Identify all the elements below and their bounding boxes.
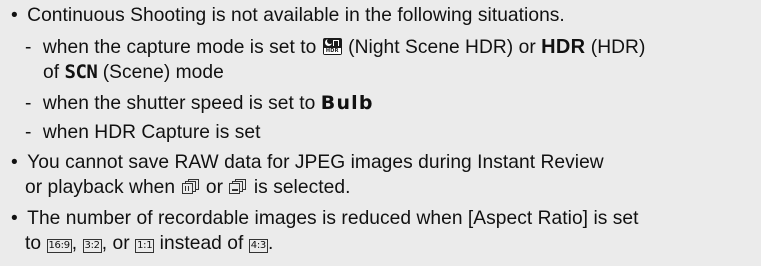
note-text: The number of recordable images is reduc… [27, 208, 639, 229]
note-subitem-text: when HDR Capture is set [42, 122, 261, 143]
scn-mode-symbol: SCN [64, 61, 98, 83]
note-subitem-text: (Scene) mode [102, 62, 224, 83]
aspect-ratio-3-2-icon: 3:2 [82, 239, 102, 253]
note-subitem-text: when the capture mode is set to [42, 37, 317, 58]
note-text: or [205, 177, 224, 198]
note-text: instead of [159, 233, 244, 254]
bullet-mark: • [11, 152, 18, 173]
bulb-symbol: Bulb [320, 92, 374, 114]
bullet-mark: • [11, 208, 18, 229]
night-scene-hdr-icon: HDR [322, 38, 342, 55]
note-subitem: - when the capture mode is set to HDR (N… [25, 35, 645, 60]
note-text: , [71, 233, 78, 254]
note-item: • You cannot save RAW data for JPEG imag… [11, 151, 604, 175]
note-subitem-text: (Night Scene HDR) or [348, 37, 536, 58]
note-text: or playback when [25, 177, 176, 198]
notes-panel: • Continuous Shooting is not available i… [0, 0, 761, 266]
note-text: is selected. [253, 177, 351, 198]
note-subitem-continuation: of SCN (Scene) mode [43, 60, 224, 85]
note-subitem: - when HDR Capture is set [25, 121, 260, 145]
note-subitem: - when the shutter speed is set to Bulb [25, 91, 374, 116]
aspect-ratio-4-3-icon: 4:3 [248, 239, 268, 253]
note-item-continuation: to 16:9, 3:2, or 1:1 instead of 4:3. [25, 232, 273, 256]
continuous-shooting-high-icon [181, 178, 200, 195]
note-item: • Continuous Shooting is not available i… [11, 4, 565, 28]
aspect-ratio-1-1-icon: 1:1 [135, 239, 155, 253]
note-text: , or [101, 233, 130, 254]
note-text: . [267, 233, 274, 254]
note-subitem-text: of [43, 62, 60, 83]
bullet-mark: • [11, 5, 18, 26]
note-text: Continuous Shooting is not available in … [27, 5, 565, 26]
dash-mark: - [25, 93, 32, 114]
aspect-ratio-16-9-icon: 16:9 [46, 239, 72, 253]
note-item: • The number of recordable images is red… [11, 207, 639, 231]
dash-mark: - [25, 122, 32, 143]
note-text: to [25, 233, 42, 254]
dash-mark: - [25, 37, 32, 58]
note-text: You cannot save RAW data for JPEG images… [27, 152, 604, 173]
hdr-mode-symbol: HDR [541, 36, 586, 58]
note-subitem-text: when the shutter speed is set to [42, 93, 316, 114]
continuous-shooting-low-icon [229, 178, 247, 195]
note-item-continuation: or playback when or is selected. [25, 176, 350, 200]
note-subitem-text: (HDR) [590, 37, 646, 58]
